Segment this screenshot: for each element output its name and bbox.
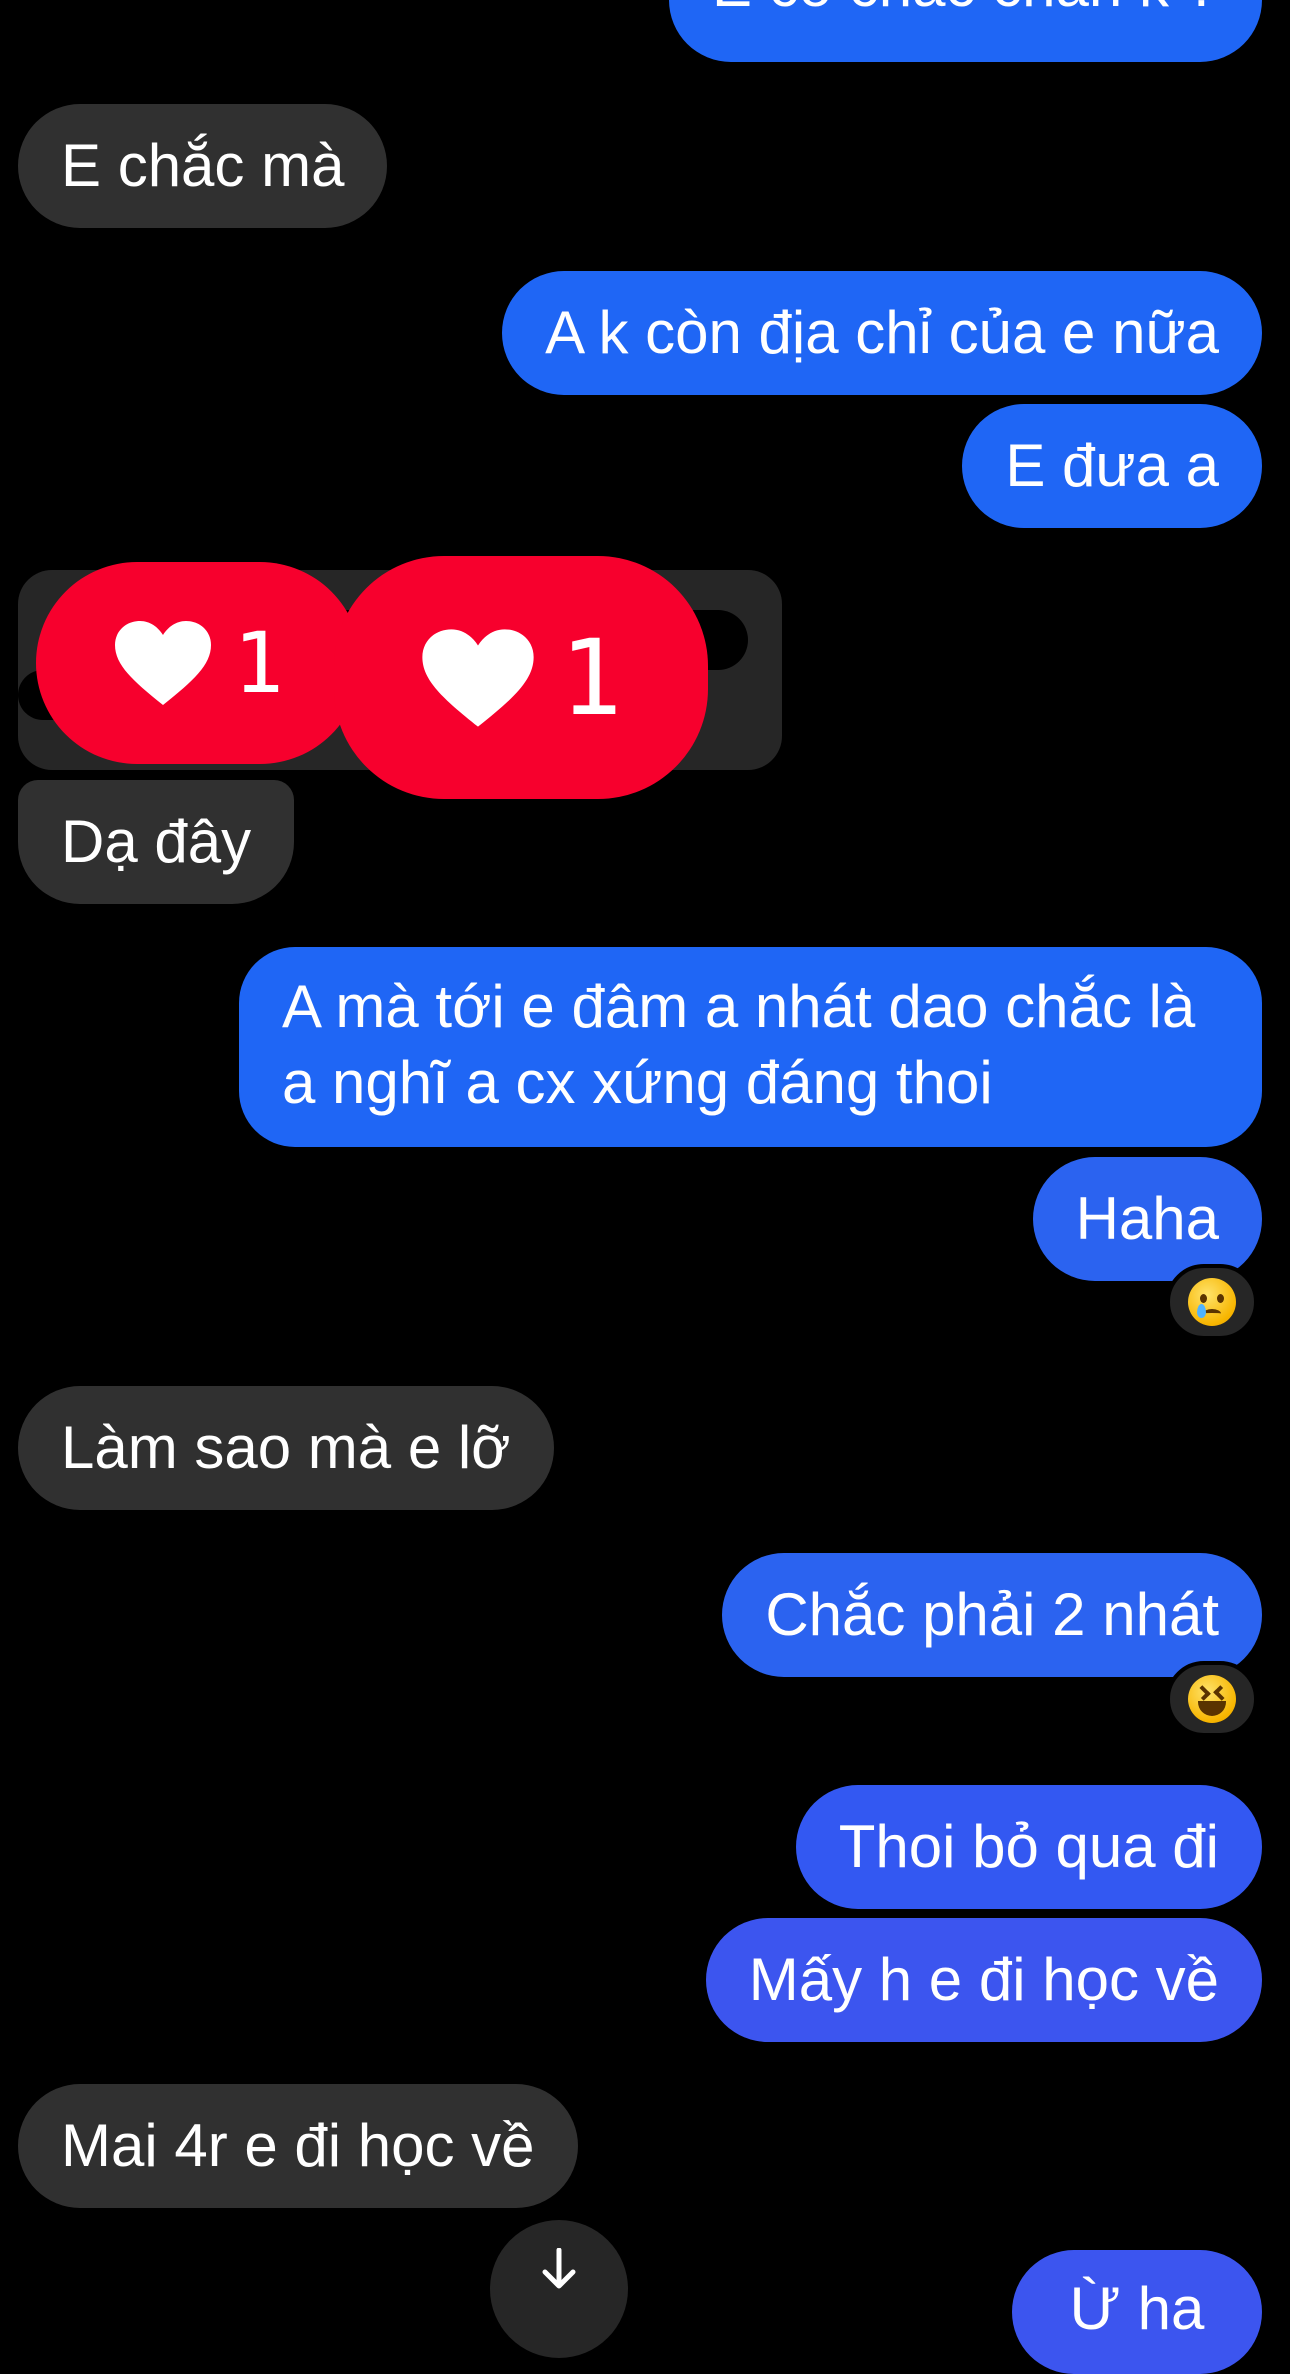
like-reaction-badge[interactable]: 1 [36,562,361,801]
message-outgoing[interactable]: Ừ ha [1012,2250,1262,2374]
message-incoming[interactable]: Dạ đây [18,780,295,904]
laughing-face-emoji [1188,1675,1236,1723]
message-text: Dạ đây [61,808,252,875]
scroll-to-bottom-button[interactable] [490,2220,628,2358]
like-count: 1 [559,616,623,739]
message-text: Ừ ha [1069,2275,1205,2342]
message-incoming[interactable]: Mai 4r e đi học về [18,2084,578,2208]
message-text: E đưa a [1005,432,1219,499]
message-text: Làm sao mà e lỡ [61,1414,511,1481]
message-reaction[interactable] [1166,1264,1258,1340]
message-text: E chắc mà [61,132,345,199]
like-reaction-badge[interactable]: 1 [334,556,708,836]
message-text: Thoi bỏ qua đi [838,1813,1219,1880]
message-text: Haha [1075,1185,1219,1252]
message-text: Chắc phải 2 nhát [765,1581,1219,1648]
badge-tail [484,762,558,836]
message-incoming[interactable]: E chắc mà [18,104,388,228]
message-outgoing[interactable]: A k còn địa chỉ của e nữa [502,271,1262,395]
heart-icon [113,619,213,707]
message-outgoing[interactable]: A mà tới e đâm a nhát dao chắc là a nghĩ… [239,947,1262,1147]
message-outgoing[interactable]: Mấy h e đi học về [705,1918,1262,2042]
message-text: Mai 4r e đi học về [61,2112,535,2179]
message-incoming[interactable]: Làm sao mà e lỡ [18,1386,554,1510]
message-outgoing[interactable]: E có chắc chắn k ? [669,0,1262,62]
message-outgoing[interactable]: Thoi bỏ qua đi [795,1785,1262,1909]
heart-icon [420,627,536,729]
message-outgoing[interactable]: Chắc phải 2 nhát [722,1553,1262,1677]
arrow-down-icon [539,2247,579,2297]
message-reaction[interactable] [1166,1661,1258,1737]
message-text: A mà tới e đâm a nhát dao chắc là a nghĩ… [282,973,1196,1116]
like-count: 1 [233,614,284,712]
message-text: A k còn địa chỉ của e nữa [545,299,1219,366]
message-outgoing[interactable]: Haha [1032,1157,1262,1281]
message-outgoing[interactable]: E đưa a [962,404,1262,528]
crying-face-emoji [1188,1278,1236,1326]
message-text: Mấy h e đi học về [748,1946,1219,2013]
message-text: E có chắc chắn k ? [712,0,1219,24]
message-thread[interactable]: E có chắc chắn k ? E chắc mà A k còn địa… [0,0,1290,2374]
